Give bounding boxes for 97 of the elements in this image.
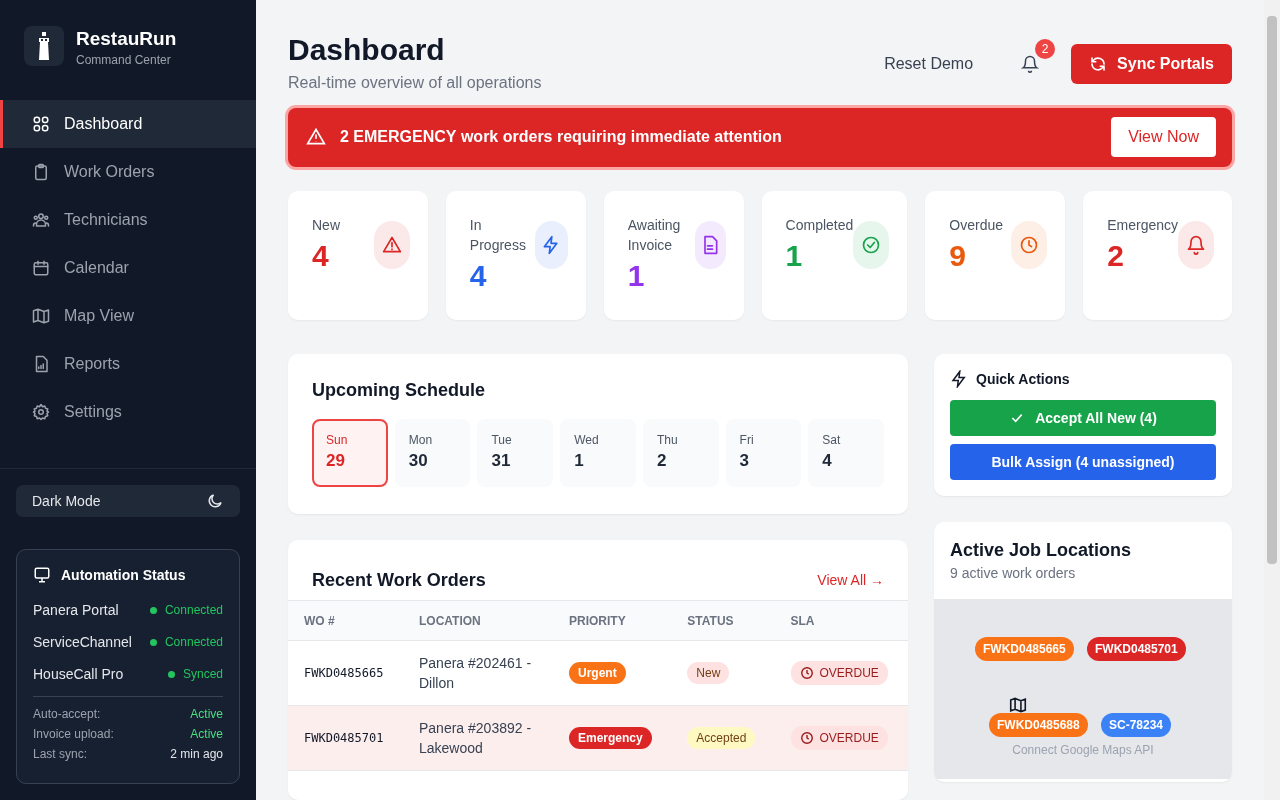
day-tile[interactable]: Fri 3 (725, 419, 802, 487)
portal-name: ServiceChannel (33, 634, 132, 650)
column-header: SLA (774, 600, 908, 641)
day-tile[interactable]: Tue 31 (477, 419, 554, 487)
page-subtitle: Real-time overview of all operations (288, 74, 542, 92)
stat-value: 9 (949, 239, 967, 273)
view-now-button[interactable]: View Now (1111, 117, 1216, 158)
sla-tag: OVERDUE (790, 661, 888, 685)
portal-status: Connected (164, 635, 223, 649)
portal-name: Panera Portal (33, 602, 119, 618)
nav-item[interactable]: Calendar (0, 244, 256, 292)
nav-item[interactable]: Settings (0, 388, 256, 436)
stat-label: In Progress (469, 216, 527, 255)
table-row[interactable]: FWKD0485701 Panera #203892 - Lakewood Emergency Accepted OVERDUE (288, 705, 908, 771)
detail-value: 2 min ago (170, 747, 223, 763)
stat-label: Emergency (1107, 216, 1178, 235)
clock-icon (799, 731, 814, 745)
page-title: Dashboard (288, 32, 446, 68)
bell-icon (1186, 235, 1206, 255)
map-icon (1009, 697, 1027, 713)
nav-item[interactable]: Technicians (0, 196, 256, 244)
reset-demo-button[interactable]: Reset Demo (868, 47, 990, 81)
sla-tag: OVERDUE (790, 726, 888, 750)
wo-number-cell: FWKD0485701 (288, 705, 403, 771)
app-name: RestauRun (76, 28, 177, 50)
nav-item[interactable]: Dashboard (0, 100, 256, 148)
grid-icon (32, 115, 50, 133)
monitor-icon (33, 566, 51, 584)
dark-mode-toggle[interactable]: Dark Mode (16, 485, 240, 517)
location-cell: Panera #202461 - Dillon (403, 640, 553, 706)
detail-label: Auto-accept: (33, 707, 101, 723)
column-header: PRIORITY (553, 600, 672, 641)
app-tagline: Command Center (76, 53, 172, 67)
priority-tag: Emergency (569, 727, 652, 749)
notifications-icon[interactable] (1021, 55, 1040, 73)
panel-title: Automation Status (61, 567, 186, 583)
location-cell: Panera #203892 - Lakewood (403, 705, 553, 771)
refresh-icon (1089, 55, 1108, 73)
lighthouse-logo-icon (24, 26, 64, 66)
sync-portals-button[interactable]: Sync Portals (1071, 44, 1232, 84)
portal-status: Connected (164, 603, 223, 617)
clipboard-icon (32, 163, 50, 181)
stat-label: Awaiting Invoice (627, 216, 682, 255)
settings-icon (32, 403, 50, 421)
map-hint: Connect Google Maps API (1011, 743, 1155, 757)
card-title: Active Job Locations (950, 540, 1133, 561)
stat-label: New (312, 216, 340, 235)
card-subtitle: 9 active work orders (950, 565, 1077, 581)
stat-value: 2 (1107, 239, 1125, 273)
warning-icon (306, 127, 326, 148)
portal-name: HouseCall Pro (33, 666, 124, 682)
detail-label: Invoice upload: (33, 727, 114, 743)
column-header: LOCATION (403, 600, 553, 641)
stat-label: Completed (785, 216, 854, 235)
column-header: WO # (288, 600, 403, 641)
day-tile[interactable]: Sat 4 (808, 419, 885, 487)
stat-value: 4 (312, 239, 330, 273)
alert-message: 2 EMERGENCY work orders requiring immediate attention (340, 128, 783, 147)
warning-icon (381, 235, 402, 255)
status-tag: New (687, 662, 730, 684)
map-pin[interactable]: FWKD0485701 (1087, 637, 1186, 661)
card-title: Recent Work Orders (312, 569, 486, 591)
people-icon (32, 211, 50, 229)
stat-value: 4 (469, 259, 488, 293)
check-circle-icon (861, 235, 882, 255)
detail-value: Active (190, 707, 223, 723)
stat-value: 1 (627, 259, 646, 293)
detail-value: Active (190, 727, 223, 743)
day-tile[interactable]: Mon 30 (394, 419, 471, 487)
map-pin[interactable]: SC-78234 (1101, 713, 1172, 737)
clock-icon (799, 666, 814, 680)
card-title: Upcoming Schedule (312, 380, 487, 401)
lightning-icon (950, 370, 968, 388)
calendar-icon (32, 259, 50, 277)
view-all-link[interactable]: View All → (817, 572, 884, 588)
detail-label: Last sync: (33, 747, 88, 763)
portal-status: Synced (182, 667, 223, 681)
stat-label: Overdue (949, 216, 1003, 235)
clock-icon (1019, 235, 1040, 255)
priority-tag: Urgent (569, 662, 626, 684)
moon-icon (206, 492, 224, 510)
status-tag: Accepted (687, 727, 756, 749)
column-header: STATUS (671, 600, 775, 641)
table-row[interactable]: FWKD0485665 Panera #202461 - Dillon Urgent New OVERDUE (288, 640, 908, 706)
nav-item[interactable]: Work Orders (0, 148, 256, 196)
day-tile[interactable]: Thu 2 (642, 419, 719, 487)
stat-value: 1 (785, 239, 804, 273)
card-title: Quick Actions (976, 371, 1070, 387)
scrollbar[interactable] (1264, 0, 1280, 800)
day-tile[interactable]: Wed 1 (560, 419, 636, 487)
nav-item[interactable]: Reports (0, 340, 256, 388)
map-icon (32, 307, 50, 325)
wo-number-cell: FWKD0485665 (288, 640, 403, 706)
nav-item[interactable]: Map View (0, 292, 256, 340)
bulk-assign-button[interactable]: Bulk Assign (4 unassigned) (950, 444, 1216, 480)
day-tile[interactable]: Sun 29 (312, 419, 388, 487)
notification-count-badge: 2 (1035, 39, 1056, 59)
